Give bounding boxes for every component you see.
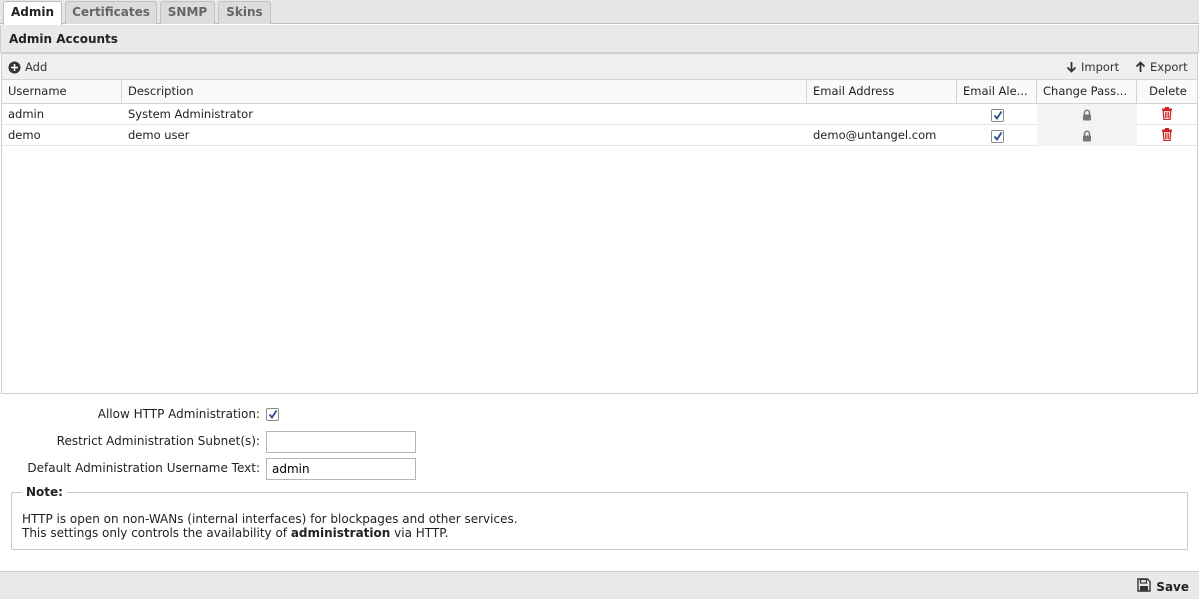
column-header-username[interactable]: Username (2, 80, 122, 104)
change-password-cell (1037, 104, 1137, 125)
import-button[interactable]: Import (1066, 59, 1119, 75)
admin-accounts-grid: Add Import Export Username Description E… (1, 53, 1198, 394)
note-line-2-bold: administration (290, 526, 391, 540)
column-header-email-alerts[interactable]: Email Ale... (957, 80, 1037, 104)
note-line-2-prefix: This settings only controls the availabi… (22, 526, 291, 540)
export-button[interactable]: Export (1135, 59, 1188, 75)
username-cell: admin (8, 107, 45, 121)
email-cell (807, 104, 957, 125)
arrow-down-icon (1066, 61, 1077, 73)
note-legend: Note: (22, 485, 67, 499)
column-header-email-address[interactable]: Email Address (807, 80, 957, 104)
tab-admin[interactable]: Admin (3, 1, 62, 25)
tab-bar: Admin Certificates SNMP Skins (0, 0, 1199, 25)
add-label: Add (25, 60, 48, 74)
restrict-subnet-label: Restrict Administration Subnet(s): (56, 434, 260, 448)
column-header-change-password[interactable]: Change Pass... (1037, 80, 1137, 104)
lock-icon[interactable] (1082, 128, 1092, 146)
add-button[interactable]: Add (8, 59, 47, 75)
username-cell: demo (8, 128, 41, 142)
trash-icon[interactable] (1161, 128, 1173, 144)
floppy-disk-icon (1137, 578, 1151, 595)
default-username-label: Default Administration Username Text: (27, 461, 260, 475)
restrict-subnet-input[interactable] (266, 431, 416, 453)
allow-http-checkbox[interactable] (266, 408, 279, 421)
note-fieldset: Note: HTTP is open on non-WANs (internal… (11, 485, 1188, 550)
footer-bar: Save (0, 571, 1199, 599)
note-line-2: This settings only controls the availabi… (22, 526, 448, 540)
save-button[interactable]: Save (1137, 578, 1189, 595)
table-row[interactable]: admin System Administrator (2, 104, 1197, 125)
note-line-1: HTTP is open on non-WANs (internal inter… (22, 512, 518, 526)
trash-icon[interactable] (1161, 107, 1173, 123)
description-cell: demo user (128, 128, 190, 142)
default-username-input[interactable] (266, 458, 416, 480)
arrow-up-icon (1135, 61, 1146, 73)
panel-title: Admin Accounts (0, 25, 1199, 53)
grid-toolbar: Add Import Export (2, 54, 1197, 80)
email-alerts-checkbox[interactable] (991, 130, 1004, 143)
change-password-cell (1037, 125, 1137, 146)
allow-http-label: Allow HTTP Administration: (97, 407, 260, 421)
tab-skins[interactable]: Skins (218, 1, 271, 24)
email-cell: demo@untangel.com (813, 128, 937, 142)
email-alerts-checkbox[interactable] (991, 109, 1004, 122)
plus-circle-icon (8, 61, 21, 74)
description-cell: System Administrator (128, 107, 253, 121)
tab-snmp[interactable]: SNMP (160, 1, 215, 24)
lock-icon[interactable] (1082, 107, 1092, 125)
tab-certificates[interactable]: Certificates (65, 1, 157, 24)
column-header-delete[interactable]: Delete (1137, 80, 1199, 104)
import-label: Import (1081, 60, 1120, 74)
save-label: Save (1156, 579, 1189, 594)
grid-header: Username Description Email Address Email… (2, 80, 1197, 104)
column-header-description[interactable]: Description (122, 80, 807, 104)
export-label: Export (1150, 60, 1188, 74)
table-row[interactable]: demo demo user demo@untangel.com (2, 125, 1197, 146)
note-line-2-suffix: via HTTP. (390, 526, 449, 540)
